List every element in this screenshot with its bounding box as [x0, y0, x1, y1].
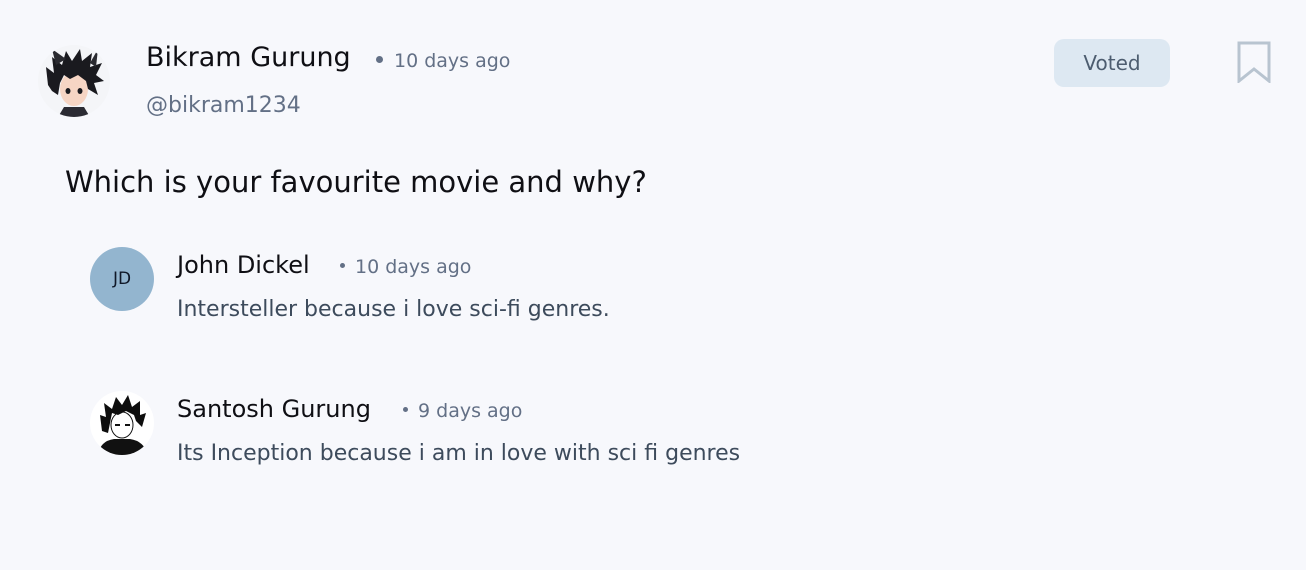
comment-author-avatar[interactable]	[90, 391, 154, 455]
comment-avatar-initials[interactable]: JD	[90, 247, 154, 311]
post-author-avatar[interactable]	[38, 45, 110, 117]
separator-dot	[403, 407, 408, 412]
post-author-handle[interactable]: @bikram1234	[146, 91, 301, 121]
anime-boy-avatar-icon	[38, 45, 110, 117]
comment-text: Intersteller because i love sci-fi genre…	[177, 297, 610, 322]
comment-author-name[interactable]: Santosh Gurung	[177, 393, 371, 425]
bookmark-icon	[1237, 41, 1271, 85]
post-timestamp: 10 days ago	[376, 47, 510, 75]
separator-dot	[376, 56, 383, 63]
post-author-name[interactable]: Bikram Gurung	[146, 40, 351, 76]
comment-time-text: 9 days ago	[418, 400, 523, 422]
separator-dot	[340, 263, 345, 268]
comment-text: Its Inception because i am in love with …	[177, 441, 741, 466]
anime-character-avatar-icon	[90, 391, 154, 455]
voted-button[interactable]: Voted	[1054, 39, 1170, 87]
comment-timestamp: 9 days ago	[403, 397, 522, 425]
post-question: Which is your favourite movie and why?	[65, 165, 647, 199]
comment-time-text: 10 days ago	[355, 256, 472, 278]
bookmark-button[interactable]	[1236, 41, 1272, 85]
post-time-text: 10 days ago	[394, 50, 511, 72]
comment-timestamp: 10 days ago	[340, 253, 471, 281]
comment-author-name[interactable]: John Dickel	[177, 249, 310, 281]
